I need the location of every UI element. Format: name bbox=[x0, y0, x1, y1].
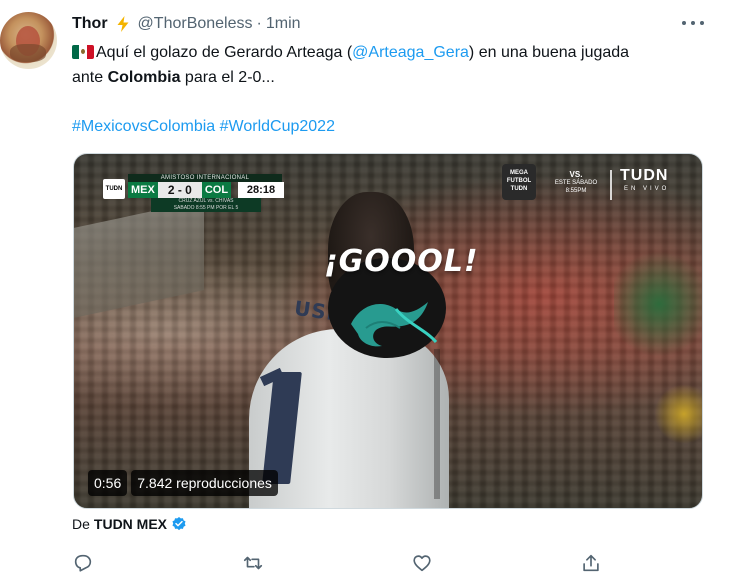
vs-subtitle: 8:55PM bbox=[565, 188, 587, 194]
timestamp[interactable]: 1min bbox=[266, 15, 301, 33]
divider bbox=[610, 170, 612, 200]
vs-promo: VS. ESTE SÁBADO 8:55PM bbox=[546, 170, 606, 206]
broadcast-branding: MEGA FUTBOL TUDN VS. ESTE SÁBADO 8:55PM … bbox=[498, 164, 698, 210]
more-icon[interactable] bbox=[682, 16, 704, 30]
hashtag-link[interactable]: #WorldCup2022 bbox=[220, 118, 335, 135]
goal-text: ¡GOOOL! bbox=[324, 244, 479, 279]
retweet-icon[interactable] bbox=[242, 552, 264, 574]
score: 2 - 0 bbox=[157, 182, 202, 198]
vs-subtitle: ESTE SÁBADO bbox=[554, 180, 598, 186]
live-label: EN VIVO bbox=[624, 186, 670, 192]
vs-label: VS. bbox=[569, 170, 583, 179]
display-name[interactable]: Thor bbox=[72, 15, 108, 33]
avatar[interactable] bbox=[0, 12, 57, 69]
heart-icon[interactable] bbox=[411, 552, 433, 574]
source-account[interactable]: TUDN MEX bbox=[94, 516, 167, 532]
tweet[interactable]: Thor @ThorBoneless · 1min Aquí el golazo… bbox=[0, 0, 747, 586]
tweet-text-bold: Colombia bbox=[107, 69, 181, 86]
scorebug-footer: CRUZ AZUL vs. CHIVAS SABADO 8:55 PM POR … bbox=[151, 198, 261, 212]
view-count: 7.842 reproducciones bbox=[131, 470, 278, 496]
dragon-icon bbox=[351, 302, 438, 347]
video-source: De TUDN MEX bbox=[72, 516, 187, 532]
user-handle[interactable]: @ThorBoneless bbox=[138, 15, 253, 33]
scorebug-footer-line: SABADO 8:55 PM POR EL 5 bbox=[173, 205, 239, 211]
tweet-text-part2: ) en una buena jugada bbox=[468, 44, 630, 61]
lightning-icon bbox=[117, 16, 129, 32]
hashtag-link[interactable]: #MexicovsColombia bbox=[72, 118, 215, 135]
mexico-flag-icon bbox=[72, 45, 94, 59]
jersey-stripe bbox=[434, 349, 440, 499]
home-team: MEX bbox=[128, 182, 158, 198]
source-prefix: De bbox=[72, 516, 90, 532]
tweet-header: Thor @ThorBoneless · 1min bbox=[72, 14, 301, 34]
separator-dot: · bbox=[256, 15, 262, 32]
tudn-brand: TUDN bbox=[620, 167, 669, 184]
crowd-green bbox=[614, 244, 702, 364]
reply-icon[interactable] bbox=[72, 552, 94, 574]
tweet-text: Aquí el golazo de Gerardo Arteaga (@Arte… bbox=[72, 40, 712, 90]
mention-link[interactable]: @Arteaga_Gera bbox=[352, 44, 469, 61]
crowd-yellow bbox=[654, 384, 702, 444]
video-duration: 0:56 bbox=[88, 470, 128, 496]
video-stats: 0:56 7.842 reproducciones bbox=[88, 470, 278, 496]
share-icon[interactable] bbox=[580, 552, 602, 574]
verified-badge-icon bbox=[172, 517, 186, 531]
tweet-text-part3: ante bbox=[72, 69, 108, 86]
scorebug-header: AMISTOSO INTERNACIONAL bbox=[128, 174, 282, 182]
megafutbol-logo: MEGA FUTBOL TUDN bbox=[502, 164, 536, 200]
away-team: COL bbox=[201, 182, 232, 198]
tweet-text-part4: para el 2-0... bbox=[180, 69, 275, 86]
match-clock: 28:18 bbox=[238, 182, 284, 198]
hashtags: #MexicovsColombia #WorldCup2022 bbox=[72, 114, 335, 139]
tweet-actions bbox=[72, 552, 612, 576]
tweet-text-part1: Aquí el golazo de Gerardo Arteaga ( bbox=[96, 44, 353, 61]
scorebug-footer-line: CRUZ AZUL vs. CHIVAS bbox=[178, 198, 234, 204]
video-player[interactable]: USPINA ¡GOOOL! AMISTOSO INTERNACIONAL TU… bbox=[73, 153, 703, 509]
tudn-logo: TUDN bbox=[103, 179, 125, 199]
avatar-figure-base bbox=[10, 44, 46, 62]
